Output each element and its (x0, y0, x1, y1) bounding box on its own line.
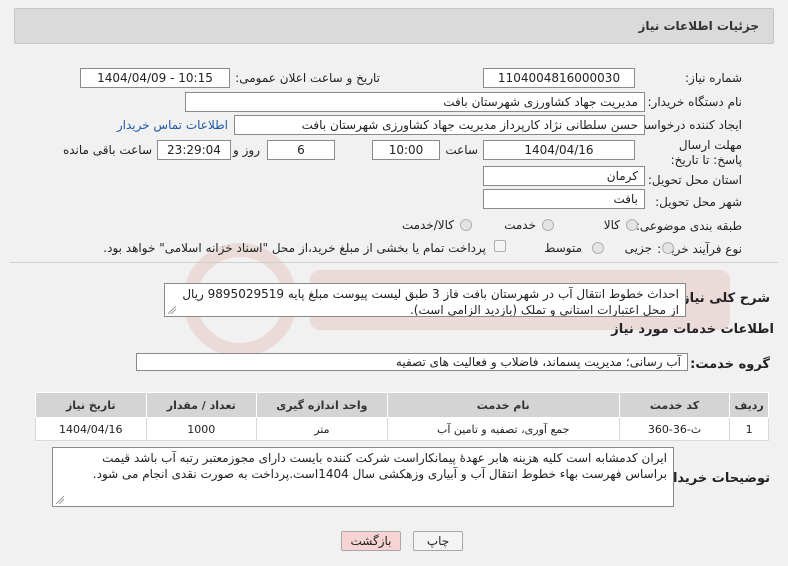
table-row[interactable]: 1 ث-36-360 جمع آوری، تصفیه و تامین آب مت… (35, 417, 769, 441)
print-button[interactable]: چاپ (413, 531, 463, 551)
buyer-notes-label: توضیحات خریدار: (660, 471, 770, 486)
back-button[interactable]: بازگشت (341, 531, 401, 551)
remaining-time-field[interactable]: 23:29:04 (157, 140, 231, 160)
description-textarea[interactable]: احداث خطوط انتقال آب در شهرستان بافت فاز… (164, 283, 686, 317)
need-number-field[interactable]: 1104004816000030 (483, 68, 635, 88)
col-header-row-num: ردیف (729, 392, 769, 418)
category-label: طبقه بندی موضوعی: (635, 219, 742, 233)
col-header-need-date: تاریخ نیاز (35, 392, 147, 418)
buyer-org-label: نام دستگاه خریدار: (647, 95, 743, 109)
cell-unit: متر (255, 417, 388, 441)
category-option-goods: کالا (603, 218, 620, 232)
service-group-label: گروه خدمت: (690, 357, 770, 372)
resize-grip-icon[interactable] (168, 306, 176, 314)
announce-label: تاریخ و ساعت اعلان عمومی: (235, 71, 380, 85)
divider (10, 262, 778, 263)
cell-row-num: 1 (729, 417, 769, 441)
need-number-label: شماره نیاز: (685, 71, 742, 85)
service-group-field[interactable]: آب رسانی؛ مدیریت پسماند، فاضلاب و فعالیت… (136, 353, 688, 371)
deadline-label: مهلت ارسال پاسخ: تا تاریخ: (670, 138, 742, 167)
province-field[interactable]: کرمان (483, 166, 645, 186)
col-header-quantity: تعداد / مقدار (145, 392, 257, 418)
city-label: شهر محل تحویل: (655, 195, 742, 209)
deadline-time-label: ساعت (445, 143, 478, 157)
contact-info-link[interactable]: اطلاعات تماس خریدار (117, 118, 228, 132)
page-title: جزئیات اطلاعات نیاز (638, 19, 759, 33)
category-radio-goods[interactable] (626, 219, 638, 231)
cell-service-code: ث-36-360 (618, 417, 731, 441)
remaining-label: ساعت باقی مانده (62, 143, 152, 157)
cell-quantity: 1000 (145, 417, 257, 441)
services-section-title: اطلاعات خدمات مورد نیاز (611, 322, 774, 337)
process-option-medium: متوسط (544, 241, 582, 255)
services-table: ردیف کد خدمت نام خدمت واحد اندازه گیری ت… (35, 392, 769, 441)
category-radio-goods-service[interactable] (460, 219, 472, 231)
process-radio-medium[interactable] (592, 242, 604, 254)
creator-label: ایجاد کننده درخواست: (631, 118, 742, 132)
payment-note: پرداخت تمام یا بخشی از مبلغ خرید،از محل … (103, 241, 486, 255)
buyer-notes-text: ایران کدمشابه است کلیه هزینه هابر عهدهٔ … (92, 451, 667, 481)
treasury-checkbox[interactable] (494, 240, 506, 252)
cell-service-name: جمع آوری، تصفیه و تامین آب (386, 417, 620, 441)
deadline-time-field[interactable]: 10:00 (372, 140, 440, 160)
col-header-unit: واحد اندازه گیری (255, 392, 388, 418)
process-option-minor: جزیی (624, 241, 652, 255)
deadline-date-field[interactable]: 1404/04/16 (483, 140, 635, 160)
cell-need-date: 1404/04/16 (35, 417, 147, 441)
table-header-row: ردیف کد خدمت نام خدمت واحد اندازه گیری ت… (35, 392, 769, 418)
province-label: استان محل تحویل: (647, 173, 742, 187)
city-field[interactable]: بافت (483, 189, 645, 209)
buyer-org-field[interactable]: مدیریت جهاد کشاورزی شهرستان بافت (185, 92, 645, 112)
category-option-goods-service: کالا/خدمت (401, 218, 454, 232)
col-header-service-code: کد خدمت (618, 392, 731, 418)
description-text: احداث خطوط انتقال آب در شهرستان بافت فاز… (182, 287, 679, 317)
description-label: شرح کلی نیاز: (676, 291, 770, 306)
header-panel: جزئیات اطلاعات نیاز (14, 8, 774, 44)
creator-field[interactable]: حسن سلطانی نژاد کارپرداز مدیریت جهاد کشا… (234, 115, 645, 135)
category-radio-service[interactable] (542, 219, 554, 231)
process-radio-minor[interactable] (662, 242, 674, 254)
announce-field[interactable]: 1404/04/09 - 10:15 (80, 68, 230, 88)
buyer-notes-textarea[interactable]: ایران کدمشابه است کلیه هزینه هابر عهدهٔ … (52, 447, 674, 507)
days-label: روز و (233, 143, 260, 157)
resize-grip-icon[interactable] (56, 496, 64, 504)
category-option-service: خدمت (504, 218, 536, 232)
col-header-service-name: نام خدمت (386, 392, 620, 418)
days-field[interactable]: 6 (267, 140, 335, 160)
